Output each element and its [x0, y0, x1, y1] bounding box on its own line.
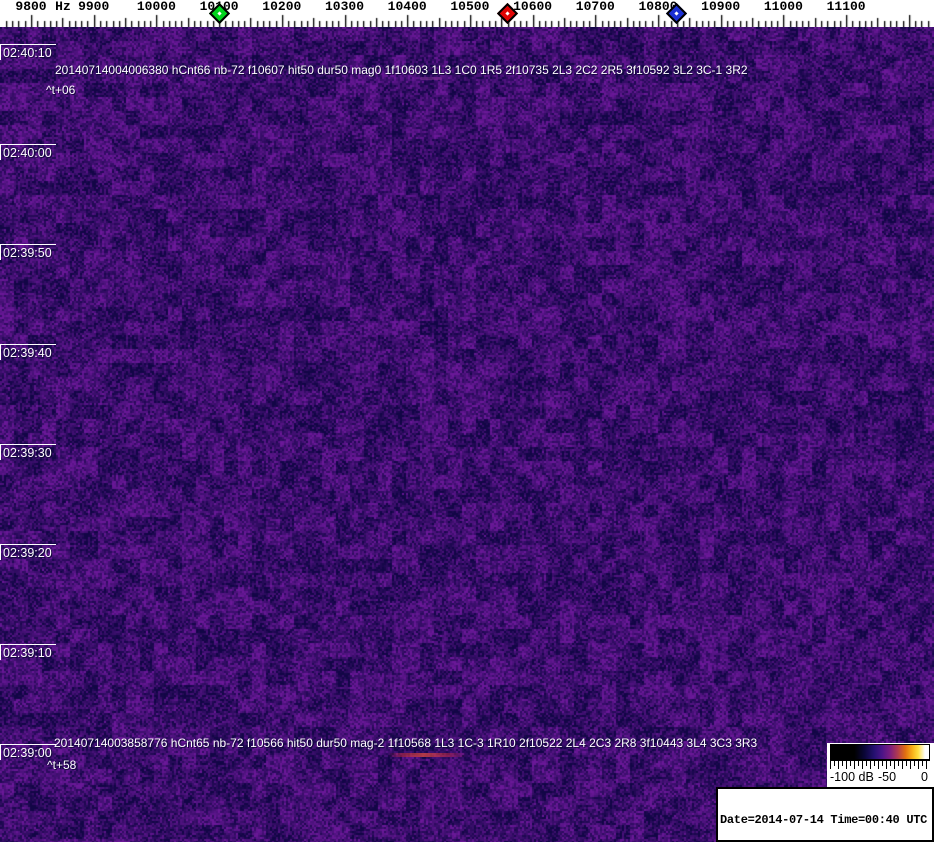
faint-noise-streak: [420, 77, 442, 80]
freq-axis-label: 10600: [513, 0, 553, 14]
legend-mid-label: -50: [878, 770, 897, 784]
freq-axis-label: 10400: [387, 0, 427, 14]
time-label: 02:39:50: [0, 244, 56, 260]
legend-max-label: 0: [921, 770, 928, 784]
event-time-offset-top: ^t+06: [46, 83, 76, 97]
spectrogram-waterfall: [0, 27, 934, 842]
event-time-offset-bottom: ^t+58: [47, 758, 77, 772]
time-label: 02:40:00: [0, 144, 56, 160]
freq-axis-label: 10200: [262, 0, 302, 14]
meteor-echo-streak: [388, 753, 466, 757]
freq-axis-label: 10900: [701, 0, 741, 14]
freq-axis-label: 9900: [78, 0, 110, 14]
freq-axis-label: 11000: [763, 0, 803, 14]
signal-level-legend: -100 dB -50 0: [827, 743, 934, 788]
legend-min-label: -100 dB: [830, 770, 874, 784]
freq-axis-label: 10300: [324, 0, 365, 14]
legend-ticks-short: [830, 761, 930, 766]
event-log-top: 20140714004006380 hCnt66 nb-72 f10607 hi…: [55, 63, 748, 77]
freq-axis-label: 10700: [575, 0, 615, 14]
time-label: 02:39:30: [0, 444, 56, 460]
freq-axis-label: 9800: [15, 0, 47, 14]
color-gradient-bar: [830, 744, 930, 760]
meteor-spectrogram-window: 9800990010000101001020010300104001050010…: [0, 0, 934, 842]
freq-axis-label: 10000: [136, 0, 176, 14]
time-label: 02:39:20: [0, 544, 56, 560]
freq-axis-unit-label: Hz: [55, 0, 71, 14]
info-date-time: Date=2014-07-14 Time=00:40 UTC: [720, 813, 928, 828]
event-log-bottom: 20140714003858776 hCnt65 nb-72 f10566 hi…: [54, 736, 758, 750]
station-info-box: Date=2014-07-14 Time=00:40 UTC Freq=143 …: [716, 787, 934, 842]
legend-scale-labels: -100 dB -50 0: [827, 770, 934, 786]
freq-axis-label: 10500: [450, 0, 490, 14]
time-label: 02:40:10: [0, 44, 56, 60]
time-label: 02:39:40: [0, 344, 56, 360]
freq-axis-label: 11100: [826, 0, 866, 14]
time-label: 02:39:10: [0, 644, 56, 660]
